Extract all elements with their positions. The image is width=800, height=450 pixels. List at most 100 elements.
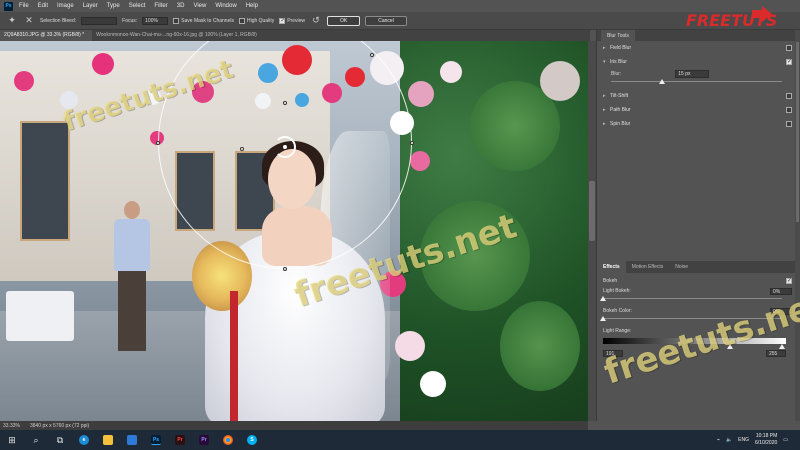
menu-3d[interactable]: 3D: [177, 3, 185, 9]
menu-help[interactable]: Help: [246, 3, 258, 9]
windows-taskbar: ⊞ ⌕ ⧉ e Ps Pr Pr S ⌁ 🔈 ENG 10:18 PM 6/10…: [0, 430, 800, 450]
bokeh-row[interactable]: Bokeh: [603, 276, 792, 286]
menu-type[interactable]: Type: [107, 3, 120, 9]
image-canvas[interactable]: freetuts.net freetuts.net: [0, 41, 588, 421]
save-mask-checkbox[interactable]: [173, 17, 180, 24]
chevron-right-icon[interactable]: ▸: [603, 93, 610, 99]
options-bar: ✦ ✕ Selection Bleed: Focus: 100% Save Ma…: [0, 12, 800, 30]
notifications-icon[interactable]: ▭: [783, 437, 788, 443]
menu-layer[interactable]: Layer: [83, 3, 98, 9]
path-blur-checkbox[interactable]: [786, 107, 792, 113]
menu-window[interactable]: Window: [215, 3, 236, 9]
light-range-high-input[interactable]: 255: [766, 350, 786, 357]
high-quality-label: High Quality: [246, 17, 275, 24]
slider-knob[interactable]: [600, 316, 606, 321]
man-head: [124, 201, 140, 219]
blur-pin-center[interactable]: [283, 145, 287, 149]
blur-ring-handle[interactable]: [283, 267, 287, 271]
tab-motion-effects[interactable]: Motion Effects: [626, 261, 670, 273]
chevron-right-icon[interactable]: ▸: [603, 121, 610, 127]
high-quality-option[interactable]: High Quality: [238, 17, 275, 24]
blur-row-iris[interactable]: ▾ Iris Blur: [597, 55, 800, 69]
blur-feather-handle[interactable]: [283, 101, 287, 105]
blur-tools-tab[interactable]: Blur Tools: [601, 30, 635, 41]
system-tray: ⌁ 🔈 ENG 10:18 PM 6/10/2020 ▭: [717, 433, 800, 447]
selection-bleed-input[interactable]: [81, 16, 118, 25]
chevron-right-icon[interactable]: ▸: [603, 107, 610, 113]
chevron-right-icon[interactable]: ▸: [603, 45, 610, 51]
blur-roundness-handle[interactable]: [370, 53, 374, 57]
photo-man: [112, 201, 152, 351]
panel-scroll-thumb[interactable]: [796, 42, 799, 222]
preview-checkbox[interactable]: [279, 17, 285, 24]
store-icon[interactable]: [120, 430, 144, 450]
blur-row-path[interactable]: ▸ Path Blur: [597, 103, 800, 117]
blur-row-tilt-shift[interactable]: ▸ Tilt-Shift: [597, 89, 800, 103]
remove-pin-icon[interactable]: ✕: [23, 15, 35, 27]
preview-label: Preview: [287, 17, 305, 24]
status-bar: 33.33% 3840 px x 5760 px (72 ppi): [0, 421, 588, 430]
file-explorer-icon[interactable]: [96, 430, 120, 450]
focus-label: Focus:: [122, 17, 138, 24]
doc-tab-active[interactable]: 2Q9A8310.JPG @ 33.3% (RGB/8) *: [0, 30, 93, 41]
spin-blur-checkbox[interactable]: [786, 121, 792, 127]
canvas-scroll-thumb[interactable]: [589, 181, 595, 241]
network-icon[interactable]: ⌁: [717, 437, 720, 443]
task-view-icon[interactable]: ⧉: [48, 430, 72, 450]
lang-indicator[interactable]: ENG: [738, 437, 749, 443]
bokeh-checkbox[interactable]: [786, 277, 792, 284]
blur-row-field[interactable]: ▸ Field Blur: [597, 41, 800, 55]
blur-row-label: Path Blur: [610, 107, 631, 113]
slider-knob[interactable]: [600, 296, 606, 301]
field-blur-checkbox[interactable]: [786, 45, 792, 51]
freetuts-logo: FREETUTS: [686, 6, 777, 30]
blur-feather-handle[interactable]: [240, 147, 244, 151]
slider-knob[interactable]: [659, 79, 666, 84]
iris-blur-slider[interactable]: [611, 79, 782, 85]
menu-file[interactable]: File: [19, 3, 29, 9]
flower: [395, 331, 425, 361]
blur-ring-handle[interactable]: [156, 141, 160, 145]
photoshop-app-icon[interactable]: Ps: [144, 430, 168, 450]
man-shirt: [114, 219, 150, 271]
tab-noise[interactable]: Noise: [669, 261, 694, 273]
tilt-shift-checkbox[interactable]: [786, 93, 792, 99]
save-mask-option[interactable]: Save Mask to Channels: [173, 17, 234, 24]
reset-icon[interactable]: ↺: [310, 15, 322, 27]
cancel-button[interactable]: Cancel: [365, 15, 407, 26]
preview-option[interactable]: Preview: [279, 17, 305, 24]
davinci-app-icon[interactable]: Pr: [168, 430, 192, 450]
flower: [420, 371, 446, 397]
zoom-level[interactable]: 33.33%: [3, 423, 20, 429]
menu-view[interactable]: View: [193, 3, 206, 9]
focus-input[interactable]: 100%: [142, 16, 169, 25]
menu-image[interactable]: Image: [57, 3, 74, 9]
volume-icon[interactable]: 🔈: [726, 437, 732, 443]
premiere-app-icon[interactable]: Pr: [192, 430, 216, 450]
skype-icon[interactable]: S: [240, 430, 264, 450]
light-bokeh-slider[interactable]: [600, 296, 782, 302]
menu-select[interactable]: Select: [129, 3, 146, 9]
light-bokeh-row: Light Bokeh: 0%: [603, 286, 792, 296]
iris-blur-checkbox[interactable]: [786, 58, 792, 65]
tab-effects[interactable]: Effects: [597, 261, 626, 273]
clock[interactable]: 10:18 PM 6/10/2020: [755, 433, 777, 447]
doc-tab-second[interactable]: Woolonmonoo-Wan-Chai-mu-...ng-60x-16.jpg…: [92, 30, 265, 41]
menu-edit[interactable]: Edit: [38, 3, 48, 9]
windows-start-icon[interactable]: ⊞: [0, 430, 24, 450]
document-tabs: 2Q9A8310.JPG @ 33.3% (RGB/8) * Woolonmon…: [0, 30, 590, 41]
search-icon[interactable]: ⌕: [24, 430, 48, 450]
chrome-icon[interactable]: [216, 430, 240, 450]
high-quality-checkbox[interactable]: [238, 17, 245, 24]
ok-button[interactable]: OK: [327, 15, 361, 26]
blur-ring-handle[interactable]: [410, 141, 414, 145]
light-range-high-knob[interactable]: [778, 344, 785, 349]
iris-blur-value-input[interactable]: 15 px: [675, 70, 710, 78]
pin-tool-icon[interactable]: ✦: [6, 15, 18, 27]
chevron-down-icon[interactable]: ▾: [603, 59, 610, 65]
panel-scrollbar[interactable]: [795, 30, 800, 421]
edge-icon[interactable]: e: [72, 430, 96, 450]
blur-row-spin[interactable]: ▸ Spin Blur: [597, 117, 800, 131]
canvas-scrollbar[interactable]: [588, 41, 596, 421]
menu-filter[interactable]: Filter: [154, 3, 167, 9]
